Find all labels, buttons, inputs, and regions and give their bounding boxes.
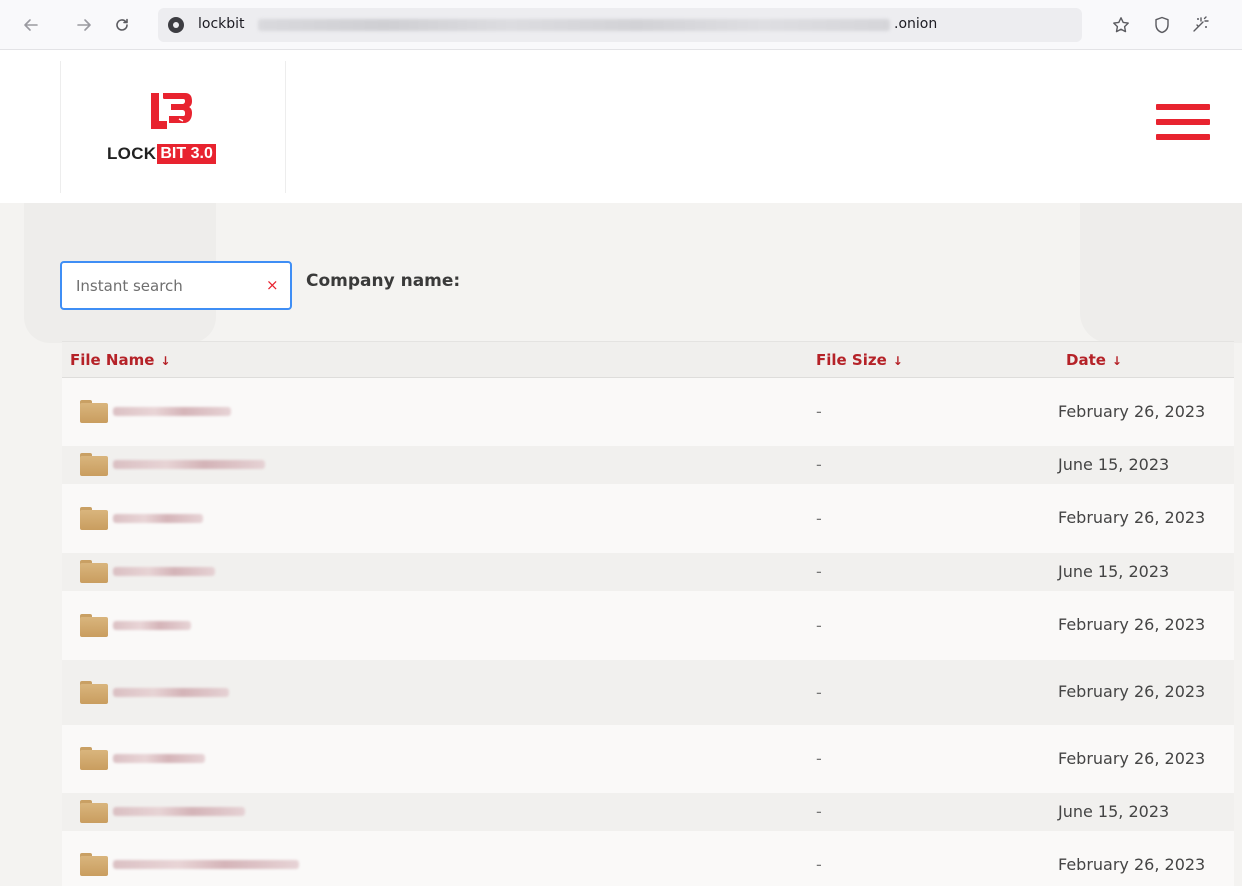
folder-icon [80,560,108,583]
table-row[interactable]: - February 26, 2023 [62,830,1234,886]
folder-icon [80,853,108,876]
file-name-link-redacted[interactable] [113,407,231,417]
file-table: File Name ↓ File Size ↓ Date ↓ - February 2… [62,341,1234,886]
file-size-cell: - [808,483,1058,553]
file-size-cell: - [808,659,1058,725]
file-name-link-redacted[interactable] [113,860,299,869]
column-header-file-size[interactable]: File Size ↓ [808,341,1058,378]
file-name-link-redacted[interactable] [113,807,245,816]
file-name-link-redacted[interactable] [113,687,229,697]
bookmark-star-icon[interactable] [1110,14,1132,36]
date-cell: February 26, 2023 [1058,830,1234,886]
reload-icon[interactable] [111,14,133,36]
file-browser: × Company name: File Name ↓ File Size ↓ Da… [0,203,1242,886]
background-decoration [1080,203,1242,343]
url-host-suffix: .onion [894,16,938,32]
table-row[interactable]: - February 26, 2023 [62,377,1234,446]
date-cell: June 15, 2023 [1058,792,1234,831]
folder-icon [80,400,108,424]
file-size-cell: - [808,445,1058,484]
logo[interactable]: LOCK BIT 3.0 [60,61,286,193]
menu-hamburger-icon[interactable] [1156,104,1210,142]
file-name-link-redacted[interactable] [113,567,215,576]
back-icon[interactable] [20,14,42,36]
file-name-cell [62,659,808,725]
table-row[interactable]: - June 15, 2023 [62,552,1234,591]
file-size-cell: - [808,830,1058,886]
table-row[interactable]: - June 15, 2023 [62,792,1234,831]
folder-icon [80,680,108,704]
date-cell: February 26, 2023 [1058,590,1234,660]
extension-icon[interactable] [1189,14,1211,36]
file-name-cell [62,830,808,886]
file-name-link-redacted[interactable] [113,620,191,630]
date-cell: February 26, 2023 [1058,377,1234,446]
site-identity-icon[interactable] [168,17,184,33]
folder-icon [80,613,108,637]
date-cell: February 26, 2023 [1058,659,1234,725]
sort-arrow-icon: ↓ [1111,353,1122,368]
file-name-cell [62,445,808,484]
file-name-cell [62,377,808,446]
clear-search-icon[interactable]: × [266,275,279,295]
file-name-cell [62,552,808,591]
logo-wordmark: LOCK BIT 3.0 [107,144,216,164]
header-label: File Name [70,350,155,369]
shield-icon[interactable] [1151,14,1173,36]
table-row[interactable]: - February 26, 2023 [62,590,1234,660]
company-name-label: Company name: [306,271,461,291]
file-size-cell: - [808,552,1058,591]
table-row[interactable]: - February 26, 2023 [62,724,1234,793]
file-name-link-redacted[interactable] [113,754,205,763]
header-label: Date [1066,350,1106,369]
column-header-date[interactable]: Date ↓ [1058,341,1234,378]
file-name-link-redacted[interactable] [113,460,265,469]
date-cell: February 26, 2023 [1058,483,1234,553]
logo-word-bit: BIT 3.0 [157,144,216,164]
file-name-link-redacted[interactable] [113,513,203,523]
header-label: File Size [816,350,887,369]
url-host-prefix: lockbit [198,16,245,32]
file-name-cell [62,590,808,660]
address-bar[interactable]: lockbit .onion [158,8,1082,42]
file-size-cell: - [808,590,1058,660]
url-redacted [258,19,890,31]
date-cell: February 26, 2023 [1058,724,1234,793]
date-cell: June 15, 2023 [1058,445,1234,484]
folder-icon [80,747,108,770]
sort-arrow-icon: ↓ [892,353,903,368]
folder-icon [80,800,108,823]
sort-arrow-icon: ↓ [160,353,171,368]
file-name-cell [62,724,808,793]
table-header-row: File Name ↓ File Size ↓ Date ↓ [62,341,1234,378]
lockbit-logo-mark-icon [151,93,192,129]
file-size-cell: - [808,792,1058,831]
file-name-cell [62,792,808,831]
logo-word-lock: LOCK [107,144,157,163]
folder-icon [80,506,108,530]
instant-search-box[interactable]: × [60,261,292,310]
file-size-cell: - [808,377,1058,446]
table-row[interactable]: - June 15, 2023 [62,445,1234,484]
column-header-file-name[interactable]: File Name ↓ [62,341,808,378]
search-input[interactable] [76,275,256,297]
file-size-cell: - [808,724,1058,793]
forward-icon[interactable] [73,14,95,36]
table-row[interactable]: - February 26, 2023 [62,659,1234,725]
table-row[interactable]: - February 26, 2023 [62,483,1234,553]
file-name-cell [62,483,808,553]
date-cell: June 15, 2023 [1058,552,1234,591]
folder-icon [80,453,108,476]
site-header: LOCK BIT 3.0 [0,51,1242,203]
browser-toolbar: lockbit .onion [0,0,1242,50]
